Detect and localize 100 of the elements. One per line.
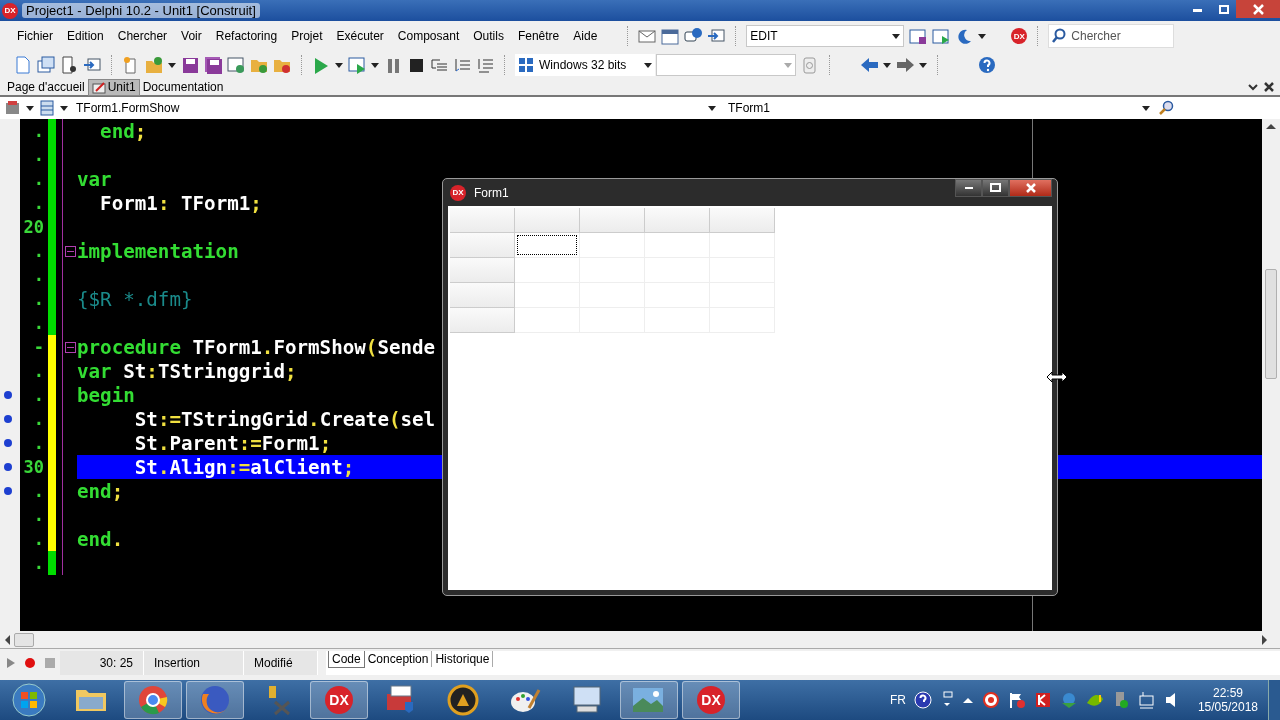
scroll-left-icon[interactable] — [4, 634, 10, 645]
fold-toggle[interactable] — [64, 341, 76, 353]
grid-cell[interactable] — [515, 258, 580, 283]
scroll-up-icon[interactable] — [1266, 123, 1276, 129]
layout-save-icon[interactable] — [909, 27, 928, 45]
breakpoint-dot[interactable] — [4, 463, 12, 471]
document-icon[interactable] — [14, 56, 32, 74]
taskbar-app[interactable]: DX — [310, 681, 368, 719]
header-cell[interactable] — [450, 308, 515, 333]
menu-item[interactable]: Fichier — [10, 29, 60, 43]
layout-run-icon[interactable] — [932, 27, 951, 45]
clock-time[interactable]: 22:59 — [1212, 686, 1243, 700]
scrollbar-thumb[interactable] — [14, 632, 34, 647]
platform-combo[interactable]: Windows 32 bits — [515, 54, 655, 76]
help-bubble-icon[interactable] — [684, 27, 703, 45]
folder-icon[interactable] — [145, 56, 163, 74]
breakpoint-dot[interactable] — [4, 439, 12, 447]
minimize-button[interactable] — [955, 179, 982, 197]
header-cell[interactable] — [710, 208, 775, 233]
breakpoint-dot[interactable] — [4, 391, 12, 399]
caret-icon[interactable] — [168, 62, 176, 68]
play-icon[interactable] — [6, 656, 16, 669]
header-cell[interactable] — [450, 208, 515, 233]
shield-icon[interactable] — [1033, 691, 1052, 709]
taskbar-app[interactable]: DX — [682, 681, 740, 719]
caret-icon[interactable] — [978, 33, 987, 39]
grid-cell[interactable] — [515, 283, 580, 308]
caret-icon[interactable] — [892, 33, 901, 39]
step-into-icon[interactable] — [430, 56, 448, 74]
menu-item[interactable]: Projet — [284, 29, 330, 43]
windows-icon[interactable] — [37, 56, 55, 74]
header-cell[interactable] — [580, 208, 645, 233]
record-icon[interactable] — [24, 656, 36, 669]
import-icon[interactable] — [707, 27, 726, 45]
menu-item[interactable]: Chercher — [110, 29, 175, 43]
layout-combo[interactable]: EDIT — [746, 25, 905, 47]
scroll-right-icon[interactable] — [1262, 634, 1268, 645]
import-icon[interactable] — [83, 56, 101, 74]
maximize-button[interactable] — [982, 179, 1009, 197]
forward-arrow-icon[interactable] — [896, 56, 914, 74]
close-button[interactable] — [1236, 0, 1280, 18]
view-tab[interactable]: Historique — [432, 650, 494, 667]
menu-item[interactable]: Edition — [60, 29, 111, 43]
header-cell[interactable] — [450, 258, 515, 283]
breakpoint-dot[interactable] — [4, 415, 12, 423]
help-icon[interactable] — [978, 56, 996, 74]
caret-icon[interactable] — [335, 62, 343, 68]
save-all-icon[interactable] — [204, 56, 222, 74]
caret-icon[interactable] — [883, 62, 891, 68]
menu-item[interactable]: Voir — [174, 29, 209, 43]
caret-icon[interactable] — [26, 105, 34, 111]
mail-icon[interactable] — [638, 27, 657, 45]
component-icon[interactable] — [4, 100, 22, 116]
close-icon[interactable] — [1264, 82, 1274, 92]
caret-icon[interactable] — [371, 62, 379, 68]
search-icon[interactable] — [1158, 100, 1174, 116]
step-over-icon[interactable] — [453, 56, 471, 74]
method-combo[interactable]: TForm1.FormShow — [72, 98, 720, 118]
header-cell[interactable] — [645, 208, 710, 233]
editor-tab[interactable]: Documentation — [139, 78, 227, 96]
menu-item[interactable]: Aide — [566, 29, 605, 43]
header-cell[interactable] — [450, 283, 515, 308]
back-arrow-icon[interactable] — [860, 56, 878, 74]
chevron-down-icon[interactable] — [1248, 82, 1258, 92]
grid-cell[interactable] — [645, 233, 710, 258]
caret-icon[interactable] — [60, 105, 68, 111]
menu-item[interactable]: Outils — [466, 29, 511, 43]
stop-icon[interactable] — [407, 56, 425, 74]
calendar-icon[interactable] — [661, 27, 680, 45]
class-combo[interactable]: TForm1 — [724, 98, 1154, 118]
grid-cell[interactable] — [515, 308, 580, 333]
menu-item[interactable]: Refactoring — [208, 29, 285, 43]
close-button[interactable] — [1009, 179, 1052, 197]
clock-date[interactable]: 15/05/2018 — [1197, 700, 1258, 714]
step-out-icon[interactable] — [476, 56, 494, 74]
taskbar-app[interactable] — [124, 681, 182, 719]
network-icon[interactable] — [1137, 691, 1156, 709]
editor-tab[interactable]: Page d'accueil — [4, 78, 88, 96]
window-refresh-icon[interactable] — [227, 56, 245, 74]
breakpoint-dot[interactable] — [4, 487, 12, 495]
editor-tab[interactable]: Unit1 — [87, 78, 140, 96]
fold-toggle[interactable] — [64, 245, 76, 257]
run-icon[interactable] — [312, 56, 330, 74]
record-icon[interactable] — [981, 691, 1000, 709]
dx-badge[interactable]: DX — [1011, 28, 1028, 44]
help-icon[interactable] — [913, 691, 932, 709]
grid-cell[interactable] — [580, 233, 645, 258]
view-tab[interactable]: Code — [328, 650, 365, 668]
header-cell[interactable] — [450, 233, 515, 258]
flag-icon[interactable] — [1007, 691, 1026, 709]
menu-item[interactable]: Exécuter — [329, 29, 391, 43]
menu-item[interactable]: Fenêtre — [510, 29, 567, 43]
caret-icon[interactable] — [644, 62, 652, 68]
save-icon[interactable] — [181, 56, 199, 74]
caret-icon[interactable] — [1142, 105, 1150, 111]
layout-icon[interactable] — [38, 100, 56, 116]
caret-icon[interactable] — [919, 62, 927, 68]
document-gear-icon[interactable] — [60, 56, 78, 74]
show-hidden-icon[interactable] — [961, 696, 974, 704]
grid-cell[interactable] — [710, 233, 775, 258]
